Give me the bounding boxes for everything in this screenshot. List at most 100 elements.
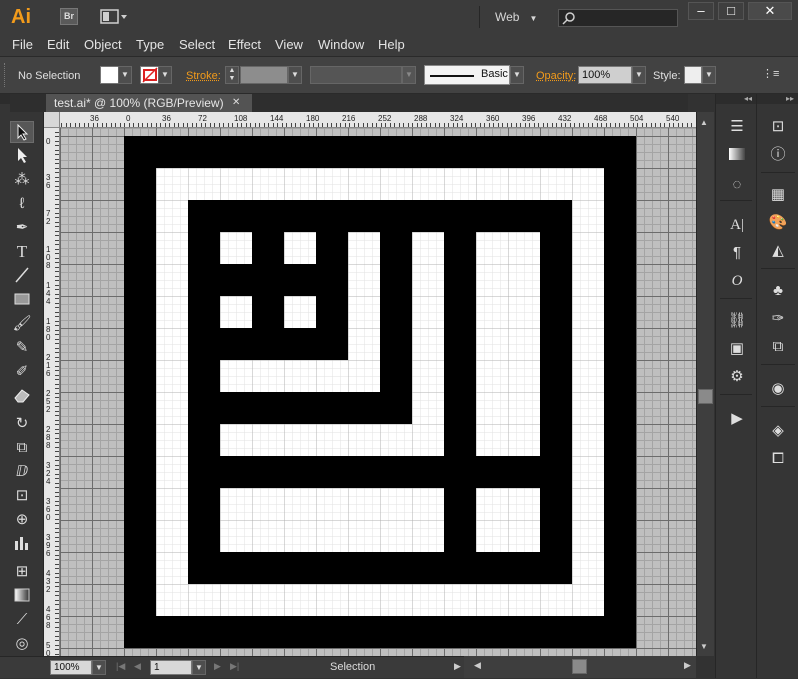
stroke-weight-dropdown[interactable]: ▼ [288,66,302,84]
maximize-button[interactable]: □ [718,2,744,20]
selection-tool[interactable] [10,121,34,143]
status-mode[interactable]: Selection [330,661,375,673]
mesh-tool[interactable]: ⊞ [10,561,34,583]
scroll-up-icon[interactable]: ▲ [700,118,708,127]
menu-object[interactable]: Object [84,34,122,56]
style-dropdown[interactable]: ▼ [702,66,716,84]
graphic-style-swatch[interactable] [684,66,702,84]
artboard[interactable] [124,136,636,648]
horizontal-scrollbar[interactable]: ◀ ▶ [464,656,696,678]
opacity-field[interactable]: 100% [578,66,632,84]
lasso-tool[interactable]: ℓ [10,193,34,215]
status-menu-arrow-icon[interactable]: ▶ [454,661,461,672]
paragraph-panel-icon[interactable]: ¶ [723,242,751,264]
color-panel-icon[interactable]: 🎨 [764,212,792,234]
close-window-button[interactable]: ✕ [748,2,792,20]
menu-type[interactable]: Type [136,34,164,56]
menu-file[interactable]: File [12,34,33,56]
shape-builder-tool[interactable]: ⊕ [10,509,34,531]
stroke-dropdown[interactable]: ▼ [158,66,172,84]
fill-swatch[interactable] [100,66,120,84]
blend-tool[interactable]: ◎ [10,633,34,655]
artboards-panel-icon[interactable]: ⧠ [764,448,792,470]
image-trace-panel-icon[interactable]: ▣ [723,338,751,360]
horizontal-ruler[interactable]: 36 0 36 72 108 144 180 216 252 288 324 360 396 432 468… [60,112,696,128]
artboard-dropdown[interactable]: ▼ [192,660,206,675]
last-artboard-icon[interactable]: ▶| [230,661,239,672]
menu-effect[interactable]: Effect [228,34,261,56]
opacity-label[interactable]: Opacity: [536,69,576,83]
symbols-panel-icon[interactable]: ♣ [764,280,792,302]
opacity-dropdown[interactable]: ▼ [632,66,646,84]
variable-width-dropdown[interactable]: ▼ [402,66,416,84]
scale-tool[interactable]: ⧉ [10,437,34,459]
vertical-ruler[interactable]: 3603672108144180216252288324360396432468… [44,128,60,656]
transform-panel-icon[interactable]: ⊡ [764,116,792,138]
pencil-tool[interactable]: ✎ [10,337,34,359]
paintbrush-tool[interactable]: 🖌 [10,313,34,335]
rectangle-tool[interactable] [10,289,34,311]
graphic-styles-panel-icon[interactable]: ⧉ [764,336,792,358]
gradient-panel-icon[interactable] [723,146,751,168]
arrange-documents-button[interactable] [100,8,128,25]
color-guide-panel-icon[interactable]: ◭ [764,240,792,262]
ruler-origin[interactable] [44,112,60,128]
dock-1-collapse[interactable]: ◂◂ [716,94,756,104]
workspace-switcher[interactable]: Web ▼ [486,6,544,28]
character-panel-icon[interactable]: A| [723,214,751,236]
stroke-swatch[interactable] [140,66,160,84]
menu-help[interactable]: Help [378,34,405,56]
stroke-weight-stepper[interactable]: ▲ ▼ [225,66,239,84]
scroll-left-icon[interactable]: ◀ [474,660,481,671]
scroll-down-icon[interactable]: ▼ [700,642,708,651]
panel-menu-icon[interactable]: ☰ [723,116,751,138]
bridge-button[interactable]: Br [60,8,78,25]
navigator-play-icon[interactable]: ▶ [723,408,751,430]
stroke-weight-field[interactable] [240,66,288,84]
zoom-field[interactable]: 100% [50,660,92,675]
menu-view[interactable]: View [275,34,303,56]
help-search-input[interactable] [558,9,678,27]
rotate-tool[interactable]: ↻ [10,413,34,435]
transparency-panel-icon[interactable]: ◌ [723,174,751,196]
close-tab-icon[interactable]: ✕ [232,94,240,112]
perspective-grid-tool[interactable] [10,533,34,555]
next-artboard-icon[interactable]: ▶ [214,661,221,672]
brush-dropdown[interactable]: ▼ [510,66,524,84]
pen-tool[interactable]: ✒ [10,217,34,239]
free-transform-tool[interactable]: ⊡ [10,485,34,507]
first-artboard-icon[interactable]: |◀ [116,661,125,672]
layers-panel-icon[interactable]: ◈ [764,420,792,442]
horizontal-scroll-thumb[interactable] [572,659,587,674]
canvas[interactable] [60,128,696,656]
minimize-button[interactable]: – [688,2,714,20]
blob-brush-tool[interactable]: ✐ [10,361,34,383]
menu-window[interactable]: Window [318,34,364,56]
artboard-number-field[interactable]: 1 [150,660,192,675]
brush-definition[interactable]: Basic [424,65,510,85]
previous-artboard-icon[interactable]: ◀ [134,661,141,672]
eraser-tool[interactable] [10,385,34,407]
variable-width-profile[interactable] [310,66,402,84]
stroke-label[interactable]: Stroke: [186,69,221,83]
warp-tool[interactable]: ⅅ [10,461,34,483]
opentype-panel-icon[interactable]: O [723,270,751,292]
magic-wand-tool[interactable]: ⁂ [10,169,34,191]
direct-selection-tool[interactable] [10,145,34,167]
control-panel-menu-icon[interactable]: ⋮≡ [762,67,778,81]
grip-handle[interactable] [4,63,7,87]
dock-2-collapse[interactable]: ▸▸ [757,94,798,104]
gradient-tool[interactable] [10,585,34,607]
appearance-panel-icon[interactable]: ◉ [764,378,792,400]
links-panel-icon[interactable]: ⛓ [723,310,751,332]
eyedropper-tool[interactable]: ⟋ [10,609,34,631]
artwork[interactable] [124,136,636,648]
vertical-scrollbar[interactable]: ▲ ▼ [696,112,714,656]
scroll-right-icon[interactable]: ▶ [684,660,691,671]
vertical-scroll-thumb[interactable] [698,389,713,404]
actions-panel-icon[interactable]: ⚙ [723,366,751,388]
line-tool[interactable] [10,265,34,287]
type-tool[interactable]: T [10,241,34,263]
menu-select[interactable]: Select [179,34,215,56]
brushes-panel-icon[interactable]: ✑ [764,308,792,330]
